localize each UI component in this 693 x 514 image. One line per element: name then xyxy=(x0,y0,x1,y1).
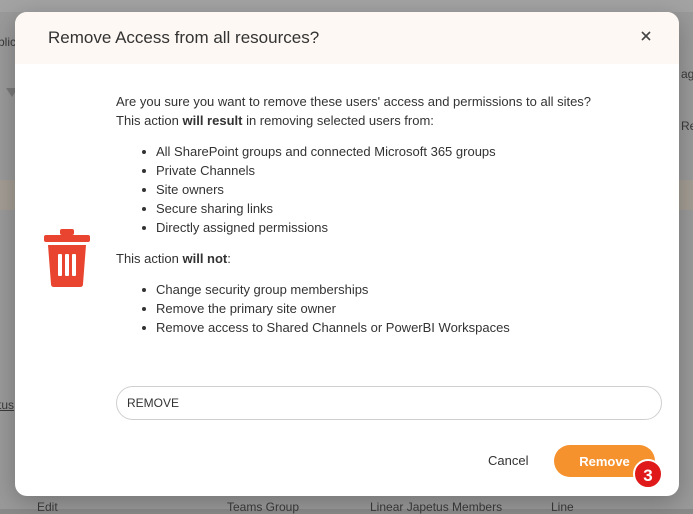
not-intro: This action will not: xyxy=(116,251,231,266)
list-item: Directly assigned permissions xyxy=(116,218,656,237)
bg-left-link[interactable]: tus xyxy=(0,398,14,412)
bg-row-edit[interactable]: Edit xyxy=(37,500,58,514)
bg-row-extra: Line xyxy=(551,500,574,514)
bg-right-fragment: ag xyxy=(681,67,693,81)
bg-top-bar xyxy=(0,0,693,12)
step-badge: 3 xyxy=(633,459,663,489)
list-item: Secure sharing links xyxy=(116,199,656,218)
list-item: Remove access to Shared Channels or Powe… xyxy=(116,318,656,337)
confirm-remove-input[interactable] xyxy=(116,386,662,420)
dialog-question: Are you sure you want to remove these us… xyxy=(116,94,592,109)
bg-row-type: Teams Group xyxy=(227,500,300,514)
list-item: Site owners xyxy=(116,180,656,199)
cancel-button[interactable]: Cancel xyxy=(478,446,538,476)
list-item: Private Channels xyxy=(116,161,656,180)
bg-row-members[interactable]: Linear Japetus Members xyxy=(370,500,502,514)
not-list: Change security group memberships Remove… xyxy=(116,280,656,337)
list-item: Remove the primary site owner xyxy=(116,299,656,318)
dialog-title: Remove Access from all resources? xyxy=(48,28,320,47)
result-intro: This action will result in removing sele… xyxy=(116,113,434,128)
bg-right-fragment-2: Re xyxy=(681,119,693,133)
dialog-body: Are you sure you want to remove these us… xyxy=(116,92,656,337)
result-list: All SharePoint groups and connected Micr… xyxy=(116,142,656,237)
bg-left-fragment: blic xyxy=(0,35,17,49)
list-item: Change security group memberships xyxy=(116,280,656,299)
trash-icon xyxy=(44,229,90,287)
close-icon[interactable] xyxy=(639,29,653,43)
list-item: All SharePoint groups and connected Micr… xyxy=(116,142,656,161)
remove-access-dialog: Remove Access from all resources? Are yo… xyxy=(15,12,679,496)
dialog-header: Remove Access from all resources? xyxy=(15,12,679,64)
